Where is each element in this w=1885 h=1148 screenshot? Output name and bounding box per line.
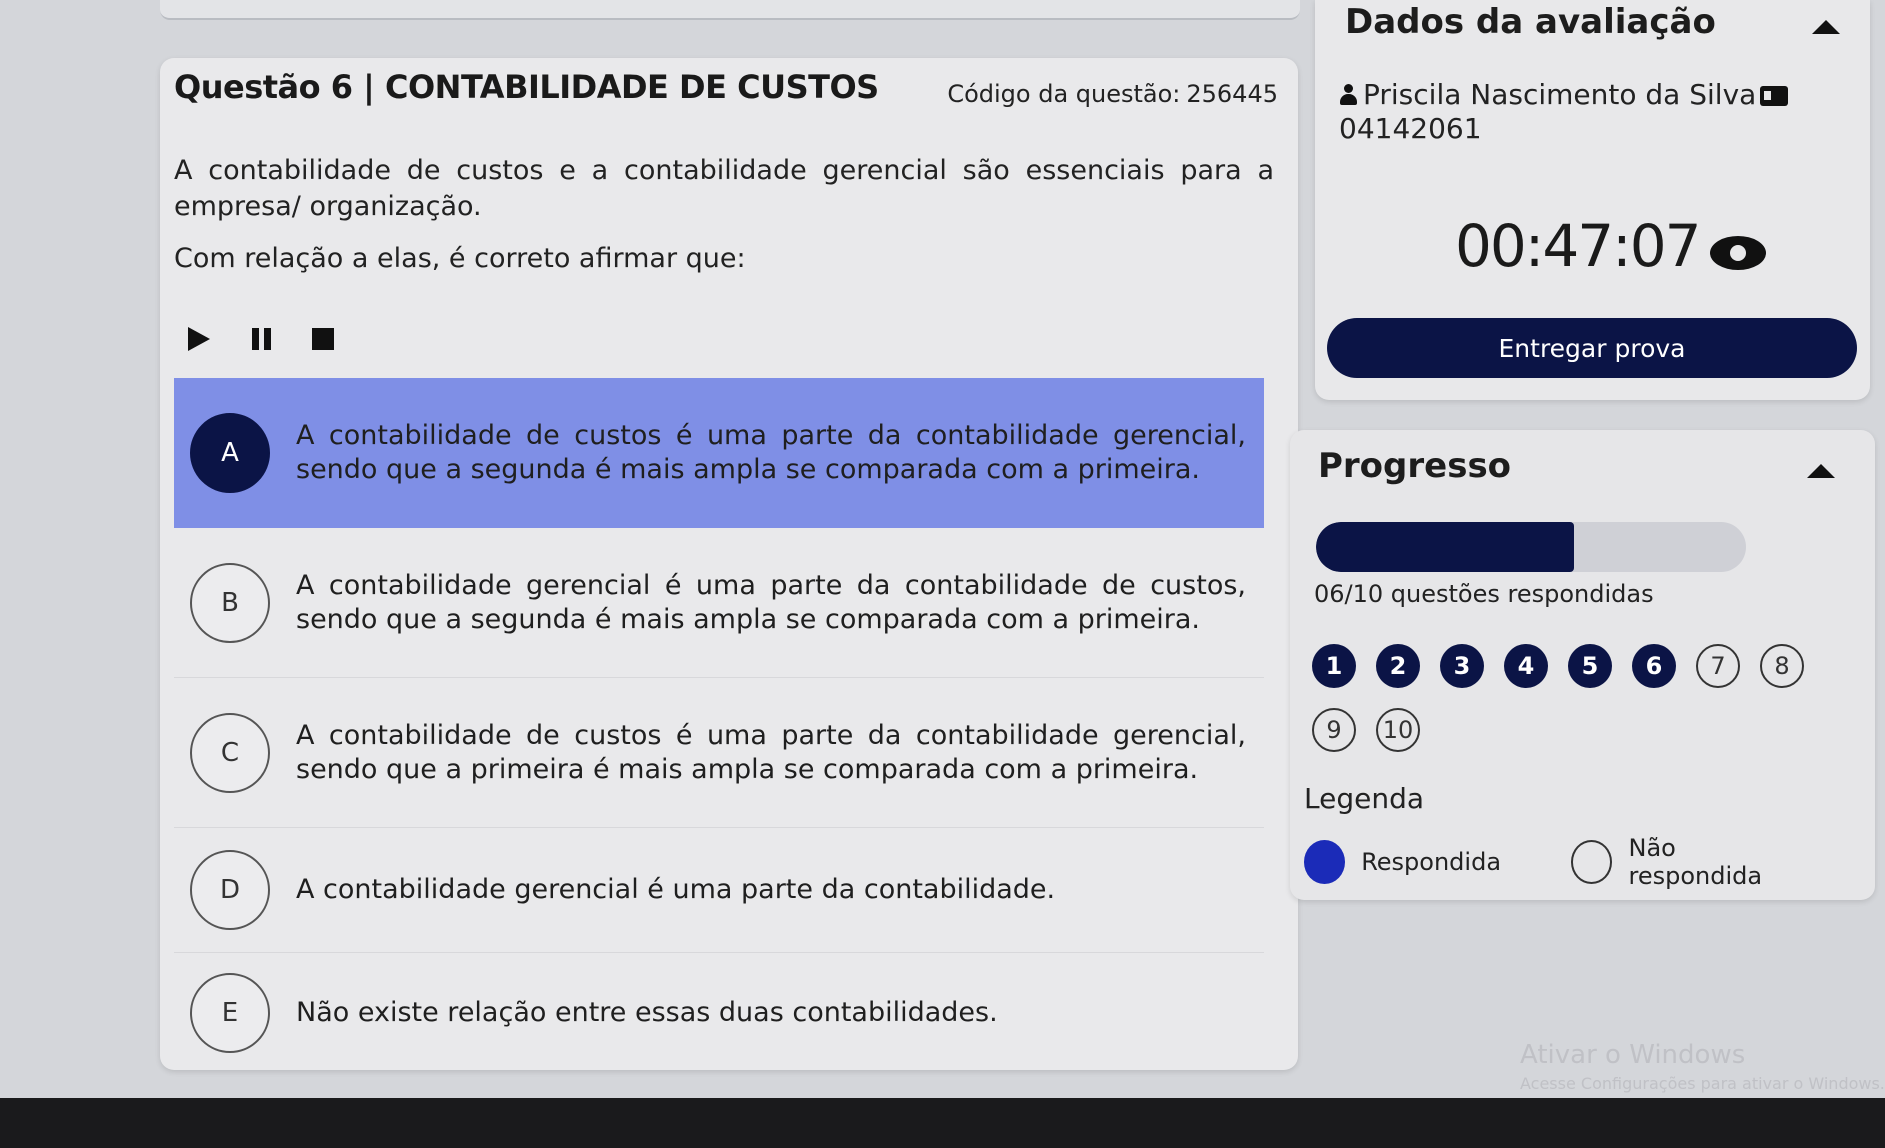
option-a[interactable]: A A contabilidade de custos é uma parte …: [174, 378, 1264, 528]
progress-text: 06/10 questões respondidas: [1314, 580, 1654, 608]
progress-bar-fill: [1316, 522, 1574, 572]
assessment-data-card: Dados da avaliação Priscila Nascimento d…: [1315, 0, 1870, 400]
monitor-bezel: [0, 1098, 1885, 1148]
option-b[interactable]: B A contabilidade gerencial é uma parte …: [174, 528, 1264, 678]
student-id: 04142061: [1339, 112, 1482, 145]
option-text: A contabilidade gerencial é uma parte da…: [296, 569, 1246, 635]
question-nav-6[interactable]: 6: [1632, 644, 1676, 688]
question-nav-2[interactable]: 2: [1376, 644, 1420, 688]
chevron-up-icon[interactable]: [1812, 20, 1840, 34]
question-nav-1[interactable]: 1: [1312, 644, 1356, 688]
id-card-icon: [1760, 86, 1789, 106]
question-nav-7[interactable]: 7: [1696, 644, 1740, 688]
question-code: Código da questão: 256445: [941, 80, 1278, 108]
legend-pending-label: Não respondida: [1628, 834, 1763, 890]
legend-pending-dot: [1571, 840, 1613, 884]
submit-exam-button[interactable]: Entregar prova: [1327, 318, 1857, 378]
question-nav-5[interactable]: 5: [1568, 644, 1612, 688]
progress-title: Progresso: [1318, 446, 1512, 486]
option-letter: C: [190, 712, 270, 793]
question-nav-3[interactable]: 3: [1440, 644, 1484, 688]
question-nav-8[interactable]: 8: [1760, 644, 1804, 688]
question-nav-9[interactable]: 9: [1312, 708, 1356, 752]
option-letter: A: [190, 413, 270, 493]
option-e[interactable]: E Não existe relação entre essas duas co…: [174, 953, 1264, 1073]
top-strip: [160, 0, 1300, 20]
progress-bar: [1316, 522, 1746, 572]
windows-watermark: Ativar o Windows Acesse Configurações pa…: [1520, 1040, 1885, 1093]
progress-card: Progresso 06/10 questões respondidas 123…: [1290, 430, 1875, 900]
student-name: Priscila Nascimento da Silva: [1363, 78, 1757, 111]
option-text: A contabilidade de custos é uma parte da…: [296, 719, 1246, 785]
option-c[interactable]: C A contabilidade de custos é uma parte …: [174, 678, 1264, 828]
option-text: A contabilidade gerencial é uma parte da…: [296, 874, 1056, 905]
legend-title: Legenda: [1304, 782, 1425, 815]
option-text: A contabilidade de custos é uma parte da…: [296, 420, 1246, 485]
eye-icon[interactable]: [1710, 236, 1766, 270]
question-nav-10[interactable]: 10: [1376, 708, 1420, 752]
user-icon: [1339, 84, 1357, 106]
legend-answered-dot: [1304, 840, 1346, 884]
question-statement: A contabilidade de custos e a contabilid…: [174, 155, 1274, 222]
question-navigator: 1 2 3 4 5 6 7 8 9 10: [1312, 644, 1852, 752]
option-letter: B: [190, 562, 270, 643]
option-letter: E: [190, 973, 270, 1053]
timer: 00:47:07: [1455, 212, 1701, 280]
watermark-title: Ativar o Windows: [1520, 1040, 1746, 1070]
watermark-subtitle: Acesse Configurações para ativar o Windo…: [1520, 1074, 1885, 1093]
option-letter: D: [190, 850, 270, 930]
option-text: Não existe relação entre essas duas cont…: [296, 997, 998, 1028]
chevron-up-icon[interactable]: [1807, 464, 1835, 478]
question-nav-4[interactable]: 4: [1504, 644, 1548, 688]
legend: Respondida Não respondida: [1304, 834, 1875, 890]
stop-icon[interactable]: [310, 326, 336, 352]
question-prompt: Com relação a elas, é correto afirmar qu…: [174, 243, 746, 274]
pause-icon[interactable]: [248, 326, 274, 352]
student-info: Priscila Nascimento da Silva04142061: [1339, 78, 1869, 146]
audio-player: [186, 326, 336, 352]
assessment-title: Dados da avaliação: [1345, 2, 1716, 42]
legend-answered-label: Respondida: [1361, 848, 1502, 876]
play-icon[interactable]: [186, 326, 212, 352]
question-title: Questão 6 | CONTABILIDADE DE CUSTOS: [174, 68, 879, 106]
question-code-label: Código da questão:: [947, 80, 1181, 108]
question-card: Questão 6 | CONTABILIDADE DE CUSTOS Códi…: [160, 58, 1298, 1070]
option-d[interactable]: D A contabilidade gerencial é uma parte …: [174, 828, 1264, 953]
question-code-value: 256445: [1186, 80, 1278, 108]
